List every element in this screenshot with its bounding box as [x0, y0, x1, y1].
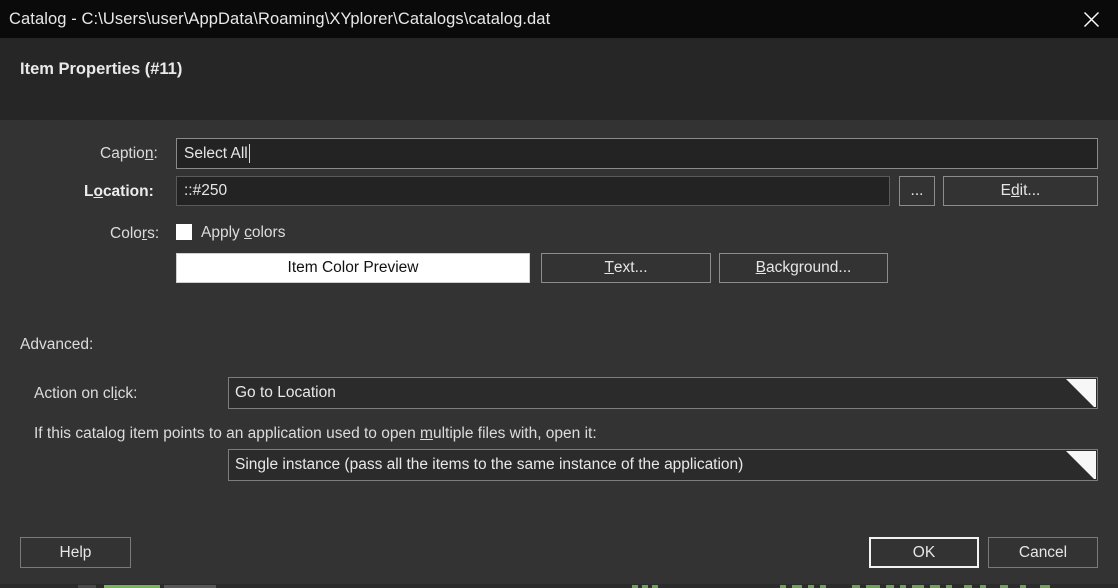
dialog-header	[0, 38, 1118, 120]
page-title: Item Properties (#11)	[20, 60, 183, 78]
close-icon[interactable]	[1064, 0, 1118, 38]
ok-button[interactable]: OK	[869, 537, 979, 568]
location-edit-button[interactable]: Ed it...	[943, 176, 1098, 206]
multi-open-value: Single instance (pass all the items to t…	[235, 456, 744, 473]
location-browse-button[interactable]: ...	[899, 176, 935, 206]
action-on-click-label: Action on click:	[34, 385, 138, 402]
background-color-button[interactable]: Background...	[719, 253, 888, 283]
chevron-down-icon-2[interactable]	[1066, 451, 1096, 479]
caption-label: Caption:	[100, 145, 158, 162]
action-on-click-dropdown[interactable]: Go to Location	[228, 377, 1098, 409]
cancel-button[interactable]: Cancel	[988, 537, 1098, 568]
action-on-click-value: Go to Location	[235, 384, 336, 401]
text-caret	[248, 144, 250, 163]
caption-input[interactable]: Select All	[176, 138, 1098, 169]
location-input-value: ::#250	[184, 182, 228, 199]
item-properties-dialog: Catalog - C:\Users\user\AppData\Roaming\…	[0, 0, 1118, 588]
colors-label: Colors:	[110, 225, 160, 242]
apply-colors-label[interactable]: Apply colors	[201, 224, 285, 242]
caption-input-value: Select All	[184, 144, 248, 162]
multi-open-dropdown[interactable]: Single instance (pass all the items to t…	[228, 449, 1098, 481]
apply-colors-checkbox[interactable]	[176, 224, 192, 240]
location-input[interactable]: ::#250	[176, 176, 890, 206]
chevron-down-icon[interactable]	[1066, 379, 1096, 407]
multi-open-label: If this catalog item points to an applic…	[34, 425, 597, 442]
location-label: Location:	[84, 183, 154, 200]
item-color-preview[interactable]: Item Color Preview	[176, 253, 530, 283]
background-window-sliver	[0, 584, 1118, 588]
advanced-section-label: Advanced:	[20, 336, 94, 353]
text-color-button[interactable]: Text...	[541, 253, 711, 283]
help-button[interactable]: Help	[20, 537, 131, 568]
title-bar[interactable]: Catalog - C:\Users\user\AppData\Roaming\…	[0, 0, 1118, 38]
window-title: Catalog - C:\Users\user\AppData\Roaming\…	[9, 9, 551, 28]
